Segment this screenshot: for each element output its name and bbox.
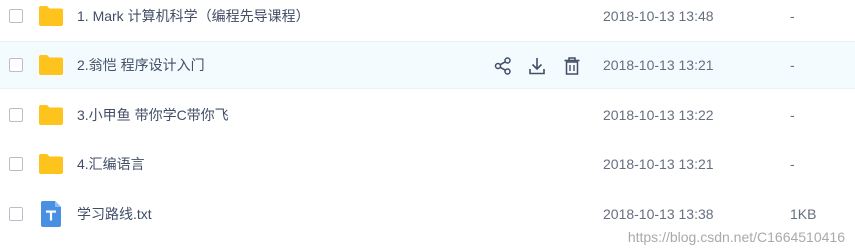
file-name[interactable]: 3.小甲鱼 带你学C带你飞 [77,106,229,124]
file-row[interactable]: 1. Mark 计算机科学（编程先导课程） 2018-10-13 13:48 - [0,0,855,40]
modified-date: 2018-10-13 13:22 [603,107,714,123]
file-size: - [790,57,795,73]
folder-icon [39,6,63,26]
txt-file-icon [41,201,61,227]
row-checkbox[interactable] [9,108,23,122]
file-size: 1KB [790,206,817,222]
file-list: 1. Mark 计算机科学（编程先导课程） 2018-10-13 13:48 -… [0,0,855,249]
folder-icon [39,154,63,174]
modified-date: 2018-10-13 13:21 [603,57,714,73]
file-name[interactable]: 1. Mark 计算机科学（编程先导课程） [77,7,310,25]
row-checkbox[interactable] [9,157,23,171]
watermark: https://blog.csdn.net/C1664510416 [627,229,845,245]
file-size: - [790,8,795,24]
file-size: - [790,107,795,123]
file-name[interactable]: 学习路线.txt [77,205,152,223]
row-checkbox[interactable] [9,207,23,221]
file-row[interactable]: 4.汇编语言 2018-10-13 13:21 - [0,140,855,188]
folder-icon [39,55,63,75]
folder-icon [39,105,63,125]
modified-date: 2018-10-13 13:21 [603,156,714,172]
delete-icon[interactable] [562,56,582,76]
file-row[interactable]: 2.翁恺 程序设计入门 2018-10-13 13:21 - [0,41,855,89]
file-name[interactable]: 2.翁恺 程序设计入门 [77,56,205,74]
row-checkbox[interactable] [9,9,23,23]
file-name[interactable]: 4.汇编语言 [77,155,145,173]
modified-date: 2018-10-13 13:38 [603,206,714,222]
file-size: - [790,156,795,172]
download-icon[interactable] [527,56,547,76]
file-row[interactable]: 3.小甲鱼 带你学C带你飞 2018-10-13 13:22 - [0,91,855,139]
share-icon[interactable] [493,56,513,76]
modified-date: 2018-10-13 13:48 [603,8,714,24]
row-checkbox[interactable] [9,58,23,72]
